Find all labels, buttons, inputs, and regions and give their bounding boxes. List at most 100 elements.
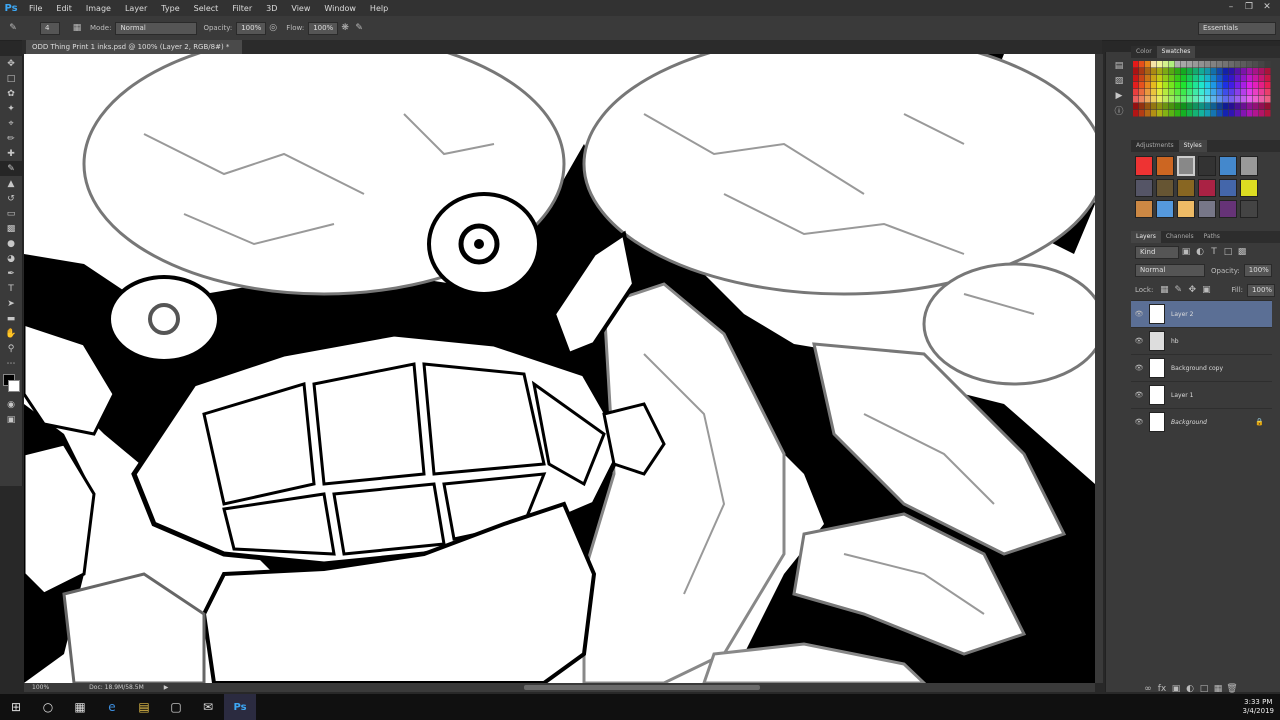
file-explorer-icon[interactable]: ▤ xyxy=(128,694,160,720)
swatch-color[interactable] xyxy=(1193,89,1199,96)
edit-toolbar-icon[interactable]: ⋯ xyxy=(0,356,22,371)
swatch-color[interactable] xyxy=(1151,103,1157,110)
swatch-color[interactable] xyxy=(1247,75,1253,82)
lasso-tool-icon[interactable]: ✿ xyxy=(0,86,22,101)
swatch-color[interactable] xyxy=(1253,96,1259,103)
swatch-color[interactable] xyxy=(1199,89,1205,96)
swatch-color[interactable] xyxy=(1223,61,1229,68)
menu-3d[interactable]: 3D xyxy=(259,4,284,13)
swatch-color[interactable] xyxy=(1139,96,1145,103)
swatch-color[interactable] xyxy=(1253,110,1259,117)
close-icon[interactable]: ✕ xyxy=(1258,0,1276,14)
lock-position-icon[interactable]: ✥ xyxy=(1185,283,1199,297)
swatch-color[interactable] xyxy=(1139,75,1145,82)
swatch-color[interactable] xyxy=(1265,89,1271,96)
swatch-color[interactable] xyxy=(1217,110,1223,117)
tab-styles[interactable]: Styles xyxy=(1178,140,1207,152)
swatch-color[interactable] xyxy=(1211,61,1217,68)
pen-tool-icon[interactable]: ✒ xyxy=(0,266,22,281)
swatch-color[interactable] xyxy=(1163,61,1169,68)
swatch-color[interactable] xyxy=(1139,89,1145,96)
swatch-color[interactable] xyxy=(1205,68,1211,75)
swatch-color[interactable] xyxy=(1193,68,1199,75)
swatch-color[interactable] xyxy=(1229,61,1235,68)
restore-icon[interactable]: ❐ xyxy=(1240,0,1258,14)
gradient-tool-icon[interactable]: ▩ xyxy=(0,221,22,236)
swatch-color[interactable] xyxy=(1223,96,1229,103)
flow-input[interactable]: 100% xyxy=(308,21,339,35)
swatch-color[interactable] xyxy=(1139,68,1145,75)
style-swatch[interactable] xyxy=(1240,200,1258,218)
style-swatch[interactable] xyxy=(1219,156,1237,176)
workspace-select[interactable]: Essentials xyxy=(1198,21,1276,35)
swatch-color[interactable] xyxy=(1253,82,1259,89)
swatch-color[interactable] xyxy=(1259,103,1265,110)
swatch-color[interactable] xyxy=(1259,82,1265,89)
swatch-color[interactable] xyxy=(1223,110,1229,117)
swatch-color[interactable] xyxy=(1157,82,1163,89)
menu-select[interactable]: Select xyxy=(187,4,226,13)
swatch-color[interactable] xyxy=(1193,110,1199,117)
document-canvas[interactable] xyxy=(24,54,1095,683)
swatch-color[interactable] xyxy=(1199,96,1205,103)
swatch-color[interactable] xyxy=(1259,89,1265,96)
history-brush-tool-icon[interactable]: ↺ xyxy=(0,191,22,206)
layer-opacity-input[interactable]: 100% xyxy=(1243,264,1272,277)
swatch-color[interactable] xyxy=(1181,89,1187,96)
swatch-color[interactable] xyxy=(1181,75,1187,82)
swatch-color[interactable] xyxy=(1229,103,1235,110)
layer-row[interactable]: 👁 hb xyxy=(1131,327,1272,354)
swatch-color[interactable] xyxy=(1151,61,1157,68)
swatch-color[interactable] xyxy=(1211,96,1217,103)
task-view-icon[interactable]: ▦ xyxy=(64,694,96,720)
actions-panel-icon[interactable]: ▶ xyxy=(1106,88,1132,103)
swatches-grid[interactable] xyxy=(1133,61,1271,117)
layer-row[interactable]: 👁 Layer 1 xyxy=(1131,381,1272,408)
swatch-color[interactable] xyxy=(1187,68,1193,75)
swatch-color[interactable] xyxy=(1211,68,1217,75)
style-swatch[interactable] xyxy=(1177,200,1195,218)
crop-tool-icon[interactable]: ⌖ xyxy=(0,116,22,131)
style-swatch[interactable] xyxy=(1177,156,1195,176)
swatch-color[interactable] xyxy=(1241,110,1247,117)
swatch-color[interactable] xyxy=(1145,75,1151,82)
visibility-eye-icon[interactable]: 👁 xyxy=(1131,364,1147,372)
swatch-color[interactable] xyxy=(1163,89,1169,96)
swatch-color[interactable] xyxy=(1253,89,1259,96)
quick-select-tool-icon[interactable]: ✦ xyxy=(0,101,22,116)
store-icon[interactable]: ▢ xyxy=(160,694,192,720)
airbrush-icon[interactable]: ❋ xyxy=(338,21,352,35)
style-swatch[interactable] xyxy=(1135,179,1153,197)
swatch-color[interactable] xyxy=(1205,103,1211,110)
swatch-color[interactable] xyxy=(1145,110,1151,117)
vertical-scrollbar[interactable] xyxy=(1095,54,1103,683)
swatch-color[interactable] xyxy=(1235,68,1241,75)
document-tab[interactable]: ODD Thing Print 1 inks.psd @ 100% (Layer… xyxy=(26,40,242,65)
visibility-eye-icon[interactable]: 👁 xyxy=(1131,391,1147,399)
swatch-color[interactable] xyxy=(1193,103,1199,110)
style-swatch[interactable] xyxy=(1240,179,1258,197)
swatch-color[interactable] xyxy=(1175,68,1181,75)
swatch-color[interactable] xyxy=(1223,75,1229,82)
tab-swatches[interactable]: Swatches xyxy=(1156,46,1196,58)
properties-panel-icon[interactable]: ▨ xyxy=(1106,73,1132,88)
eyedropper-tool-icon[interactable]: ✏ xyxy=(0,131,22,146)
filter-adjustment-icon[interactable]: ◐ xyxy=(1193,245,1207,259)
swatch-color[interactable] xyxy=(1265,68,1271,75)
swatch-color[interactable] xyxy=(1139,82,1145,89)
swatch-color[interactable] xyxy=(1241,82,1247,89)
menu-layer[interactable]: Layer xyxy=(118,4,154,13)
brush-tool-icon[interactable]: ✎ xyxy=(6,21,20,35)
swatch-color[interactable] xyxy=(1175,103,1181,110)
style-swatch[interactable] xyxy=(1135,200,1153,218)
swatch-color[interactable] xyxy=(1133,61,1139,68)
swatch-color[interactable] xyxy=(1175,110,1181,117)
swatch-color[interactable] xyxy=(1229,82,1235,89)
swatch-color[interactable] xyxy=(1145,68,1151,75)
swatch-color[interactable] xyxy=(1157,103,1163,110)
swatch-color[interactable] xyxy=(1229,96,1235,103)
swatch-color[interactable] xyxy=(1193,61,1199,68)
swatch-color[interactable] xyxy=(1175,61,1181,68)
swatch-color[interactable] xyxy=(1229,110,1235,117)
swatch-color[interactable] xyxy=(1259,75,1265,82)
